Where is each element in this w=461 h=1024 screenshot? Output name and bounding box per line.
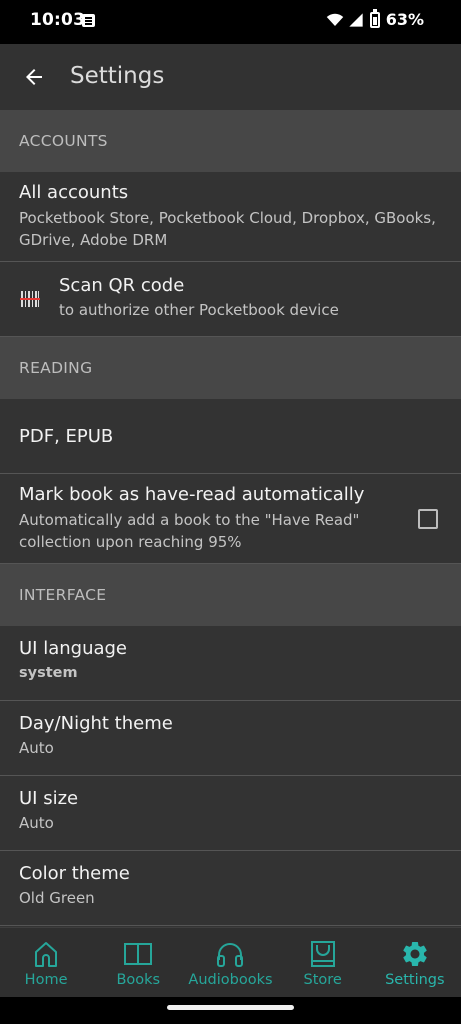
signal-icon: [349, 12, 363, 27]
nav-store[interactable]: Store: [277, 928, 369, 998]
nav-settings[interactable]: Settings: [369, 928, 461, 998]
item-subtitle: to authorize other Pocketbook device: [59, 301, 339, 319]
settings-list: ACCOUNTS All accounts Pocketbook Store, …: [0, 110, 461, 927]
status-icons: 63%: [326, 8, 424, 29]
item-subtitle: Automatically add a book to the "Have Re…: [19, 511, 360, 551]
nav-audiobooks[interactable]: Audiobooks: [184, 928, 276, 998]
wifi-icon: [326, 13, 343, 26]
item-title: Scan QR code: [59, 275, 185, 296]
all-accounts-item[interactable]: All accounts Pocketbook Store, Pocketboo…: [0, 172, 461, 262]
nav-label: Books: [116, 972, 161, 988]
section-header-interface: INTERFACE: [0, 564, 461, 626]
arrow-back-icon: [26, 69, 42, 85]
notification-icon: [82, 14, 95, 27]
home-icon: [35, 942, 58, 967]
mark-have-read-item[interactable]: Mark book as have-read automatically Aut…: [0, 474, 461, 564]
barcode-scan-icon: [20, 291, 40, 307]
pdf-epub-item[interactable]: PDF, EPUB: [0, 399, 461, 474]
item-title: Color theme: [19, 863, 130, 884]
bottom-navigation: Home Books Audiobooks Store Settings: [0, 927, 461, 997]
item-title: Mark book as have-read automatically: [19, 484, 365, 505]
store-bag-icon: [310, 941, 335, 967]
book-icon: [124, 943, 153, 965]
nav-label: Store: [303, 972, 342, 988]
item-subtitle: Pocketbook Store, Pocketbook Cloud, Drop…: [19, 209, 436, 249]
item-value: Auto: [19, 814, 54, 832]
app-bar: Settings: [0, 44, 461, 110]
have-read-checkbox[interactable]: [418, 509, 438, 529]
battery-percent: 63%: [385, 10, 424, 29]
item-title: PDF, EPUB: [19, 425, 114, 447]
home-gesture-handle[interactable]: [167, 1005, 294, 1010]
page-title: Settings: [70, 63, 165, 89]
nav-books[interactable]: Books: [92, 928, 184, 998]
item-value: Auto: [19, 739, 54, 757]
scan-qr-item[interactable]: Scan QR code to authorize other Pocketbo…: [0, 262, 461, 337]
ui-size-item[interactable]: UI size Auto: [0, 776, 461, 851]
back-button[interactable]: [12, 55, 56, 99]
status-bar: 10:03 63%: [0, 0, 461, 44]
nav-label: Audiobooks: [188, 972, 273, 988]
item-title: UI size: [19, 788, 79, 809]
gear-icon: [403, 942, 427, 966]
nav-label: Settings: [385, 972, 445, 988]
section-header-accounts: ACCOUNTS: [0, 110, 461, 172]
section-header-reading: READING: [0, 337, 461, 399]
nav-label: Home: [24, 972, 68, 988]
item-title: Day/Night theme: [19, 713, 173, 734]
item-value: system: [19, 665, 78, 681]
item-title: UI language: [19, 638, 128, 659]
headphones-icon: [217, 943, 244, 967]
status-time: 10:03: [30, 10, 86, 30]
item-title: All accounts: [19, 182, 129, 203]
color-theme-item[interactable]: Color theme Old Green: [0, 851, 461, 926]
ui-language-item[interactable]: UI language system: [0, 626, 461, 701]
nav-home[interactable]: Home: [0, 928, 92, 998]
day-night-theme-item[interactable]: Day/Night theme Auto: [0, 701, 461, 776]
item-value: Old Green: [19, 889, 95, 907]
gesture-bar: [0, 997, 461, 1024]
battery-icon: [369, 8, 380, 28]
